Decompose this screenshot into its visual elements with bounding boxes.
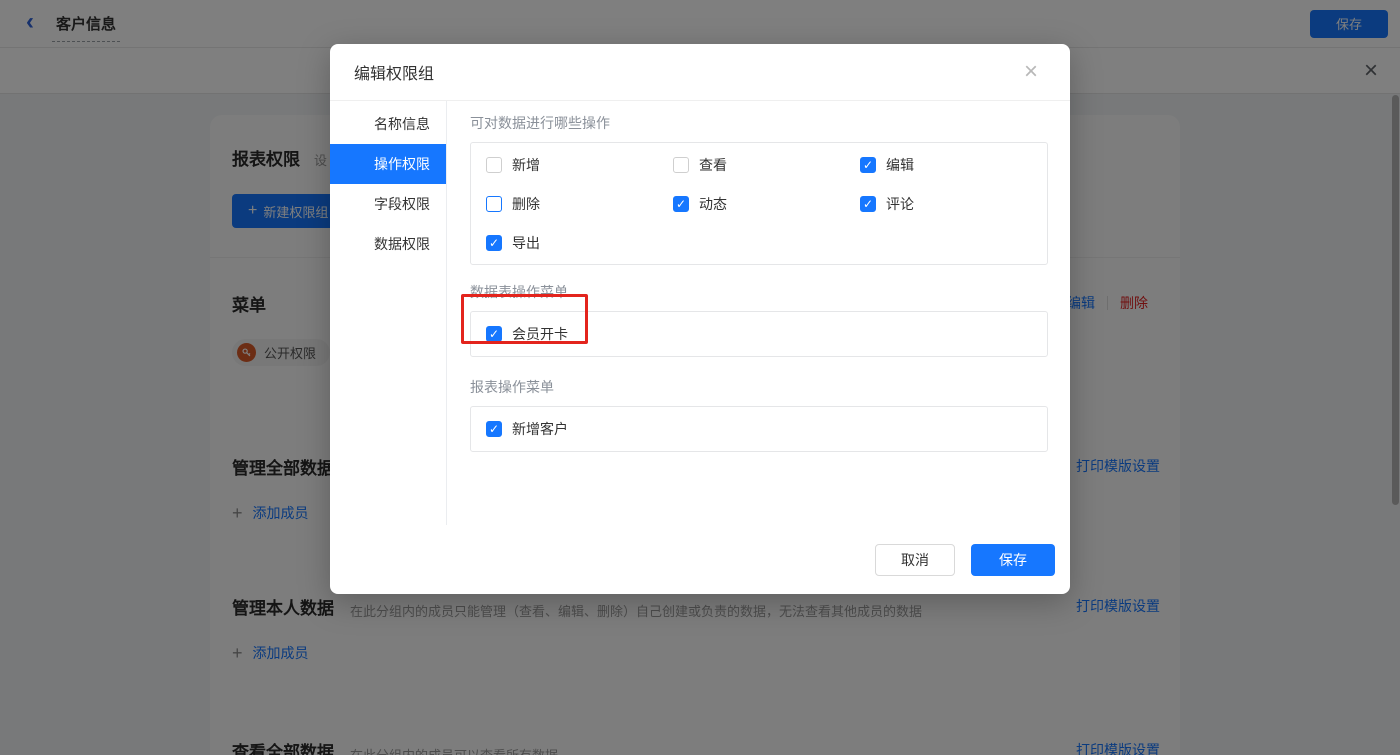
report-menu-label: 报表操作菜单 [470, 379, 554, 395]
check-mark-icon: ✓ [488, 235, 500, 250]
checkbox-icon: ✓ [860, 195, 876, 212]
modal-tab-panel: 可对数据进行哪些操作 新增 查看 ✓ 编辑 删除 ✓ 动态 ✓ 评论 ✓ 导出 … [447, 101, 1070, 525]
modal-header: 编辑权限组 × [330, 44, 1070, 101]
checkbox-new-customer[interactable]: ✓ 新增客户 [486, 410, 568, 449]
operation-group-label: 可对数据进行哪些操作 [470, 115, 610, 131]
checkbox-icon: ✓ [486, 234, 502, 251]
checkbox-label: 删除 [512, 195, 540, 212]
checkbox-icon: ✓ [860, 156, 876, 173]
modal-body: 名称信息 操作权限 字段权限 数据权限 可对数据进行哪些操作 新增 查看 ✓ 编… [330, 101, 1070, 525]
checkbox-edit[interactable]: ✓ 编辑 [860, 145, 1047, 184]
operation-checkbox-group: 新增 查看 ✓ 编辑 删除 ✓ 动态 ✓ 评论 ✓ 导出 [470, 142, 1048, 265]
tab-name-info[interactable]: 名称信息 [330, 104, 446, 144]
checkbox-comment[interactable]: ✓ 评论 [860, 184, 1047, 223]
checkbox-label: 新增客户 [512, 421, 568, 437]
checkbox-add[interactable]: 新增 [486, 145, 673, 184]
check-mark-icon: ✓ [675, 196, 687, 211]
checkbox-label: 导出 [512, 234, 540, 251]
checkbox-label: 新增 [512, 156, 540, 173]
tab-operation-permission[interactable]: 操作权限 [330, 144, 446, 184]
check-mark-icon: ✓ [488, 422, 500, 436]
checkbox-view[interactable]: 查看 [673, 145, 860, 184]
checkbox-export[interactable]: ✓ 导出 [486, 223, 673, 262]
checkbox-icon: ✓ [486, 326, 502, 342]
check-mark-icon: ✓ [862, 157, 874, 172]
checkbox-icon: ✓ [486, 421, 502, 437]
modal-footer: 取消 保存 [330, 525, 1070, 594]
checkbox-label: 会员开卡 [512, 326, 568, 342]
tab-field-permission[interactable]: 字段权限 [330, 184, 446, 224]
checkbox-member-card[interactable]: ✓ 会员开卡 [486, 315, 568, 354]
checkbox-activity[interactable]: ✓ 动态 [673, 184, 860, 223]
checkbox-label: 动态 [699, 195, 727, 212]
check-mark-icon: ✓ [488, 327, 500, 341]
cancel-button[interactable]: 取消 [875, 543, 955, 576]
report-menu-checkbox-group: ✓ 新增客户 [470, 406, 1048, 452]
checkbox-icon [673, 156, 689, 173]
tab-data-permission[interactable]: 数据权限 [330, 224, 446, 264]
table-menu-checkbox-group: ✓ 会员开卡 [470, 311, 1048, 357]
checkbox-label: 编辑 [886, 156, 914, 173]
checkbox-icon [486, 195, 502, 212]
edit-permission-group-modal: 编辑权限组 × 名称信息 操作权限 字段权限 数据权限 可对数据进行哪些操作 新… [330, 44, 1070, 594]
checkbox-icon: ✓ [673, 195, 689, 212]
table-menu-label: 数据表操作菜单 [470, 284, 568, 300]
save-button[interactable]: 保存 [971, 543, 1055, 576]
modal-title: 编辑权限组 [354, 66, 435, 83]
checkbox-label: 评论 [886, 195, 914, 212]
checkbox-label: 查看 [699, 156, 727, 173]
modal-tab-list: 名称信息 操作权限 字段权限 数据权限 [330, 101, 447, 525]
checkbox-delete[interactable]: 删除 [486, 184, 673, 223]
checkbox-icon [486, 156, 502, 173]
modal-close-icon[interactable]: × [1024, 60, 1038, 84]
check-mark-icon: ✓ [862, 196, 874, 211]
